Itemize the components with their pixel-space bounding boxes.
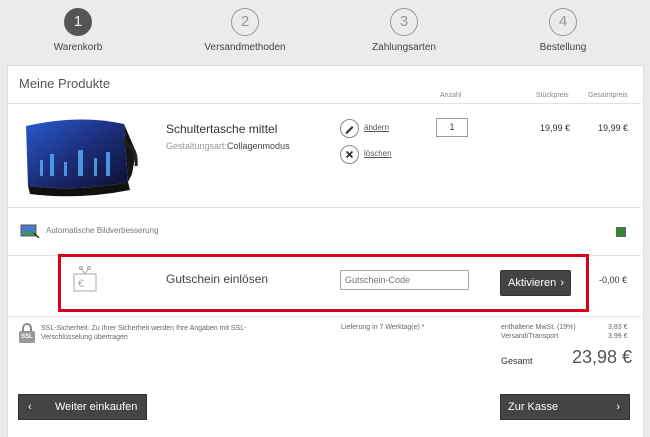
step-number: 2: [231, 8, 259, 36]
chevron-right-icon: ›: [560, 277, 564, 289]
step-label: Versandmethoden: [204, 42, 286, 53]
step-bestellung[interactable]: 4 Bestellung: [503, 8, 623, 53]
unit-price: 19,99 €: [540, 123, 571, 133]
quantity-input[interactable]: 1: [436, 118, 468, 137]
step-number: 1: [64, 8, 92, 36]
chevron-right-icon: ›: [616, 401, 620, 413]
continue-shopping-button[interactable]: ‹ Weiter einkaufen: [18, 394, 147, 420]
svg-text:€: €: [78, 278, 84, 290]
image-enhance-label: Automatische Bildverbesserung: [46, 226, 159, 235]
ssl-badge-text: SSL: [21, 334, 33, 340]
vat-value: 3,83 €: [608, 324, 628, 331]
chevron-left-icon: ‹: [28, 401, 32, 413]
total-value: 23,98 €: [572, 347, 633, 367]
edit-button[interactable]: [340, 119, 359, 138]
step-warenkorb[interactable]: 1 Warenkorb: [18, 8, 138, 53]
vat-label: enthaltene MwSt. (19%): [501, 324, 576, 331]
total-label: Gesamt: [501, 356, 533, 366]
divider: [8, 207, 641, 208]
step-zahlungsarten[interactable]: 3 Zahlungsarten: [344, 8, 464, 53]
checkout-label: Zur Kasse: [508, 401, 559, 413]
activate-voucher-label: Aktivieren: [508, 277, 557, 289]
product-name[interactable]: Schultertasche mittel: [166, 122, 277, 136]
ssl-badge-icon: SSL: [18, 322, 36, 344]
voucher-icon: €: [73, 265, 97, 298]
step-label: Warenkorb: [53, 42, 103, 53]
delivery-time: Lieferung in 7 Werktag(e) *: [341, 324, 425, 331]
continue-shopping-label: Weiter einkaufen: [55, 401, 138, 413]
ssl-text-line-2: Verschlüsselung übertragen: [41, 334, 128, 341]
pencil-icon: [345, 126, 354, 134]
image-enhance-icon: [20, 223, 40, 244]
shipping-value: 3,99 €: [608, 333, 628, 340]
close-icon: [345, 150, 354, 159]
bag-image: [26, 119, 138, 197]
step-label: Zahlungsarten: [372, 42, 436, 53]
checkout-button[interactable]: Zur Kasse ›: [500, 394, 630, 420]
edit-link[interactable]: ändern: [364, 123, 389, 132]
column-quantity: Anzahl: [440, 92, 462, 99]
column-unit-price: Stückpreis: [536, 92, 569, 99]
design-type-label: Gestaltungsart:: [166, 141, 228, 151]
ssl-text-line-1: SSL-Sicherheit: Zu Ihrer Sicherheit werd…: [41, 325, 247, 332]
divider: [8, 103, 641, 104]
activate-voucher-button[interactable]: Aktivieren ›: [500, 270, 571, 296]
shipping-label: Versand/Transport: [501, 333, 559, 340]
delete-link[interactable]: löschen: [364, 149, 392, 158]
total-price: 19,99 €: [598, 123, 629, 133]
divider: [8, 316, 641, 317]
voucher-code-input[interactable]: [340, 270, 469, 290]
step-label: Bestellung: [539, 42, 587, 53]
column-total-price: Gesamtpreis: [588, 92, 628, 99]
image-enhance-checkbox[interactable]: [616, 227, 626, 237]
design-type: Gestaltungsart:Collagenmodus: [166, 141, 290, 151]
ssl-text: SSL-Sicherheit: Zu Ihrer Sicherheit werd…: [41, 324, 246, 342]
step-number: 3: [390, 8, 418, 36]
step-versandmethoden[interactable]: 2 Versandmethoden: [185, 8, 305, 53]
voucher-title: Gutschein einlösen: [166, 272, 269, 286]
delete-button[interactable]: [340, 145, 359, 164]
design-type-value: Collagenmodus: [227, 141, 290, 151]
products-title: Meine Produkte: [19, 76, 111, 91]
product-image[interactable]: [20, 112, 140, 200]
voucher-amount: -0,00 €: [599, 275, 628, 285]
step-number: 4: [549, 8, 577, 36]
